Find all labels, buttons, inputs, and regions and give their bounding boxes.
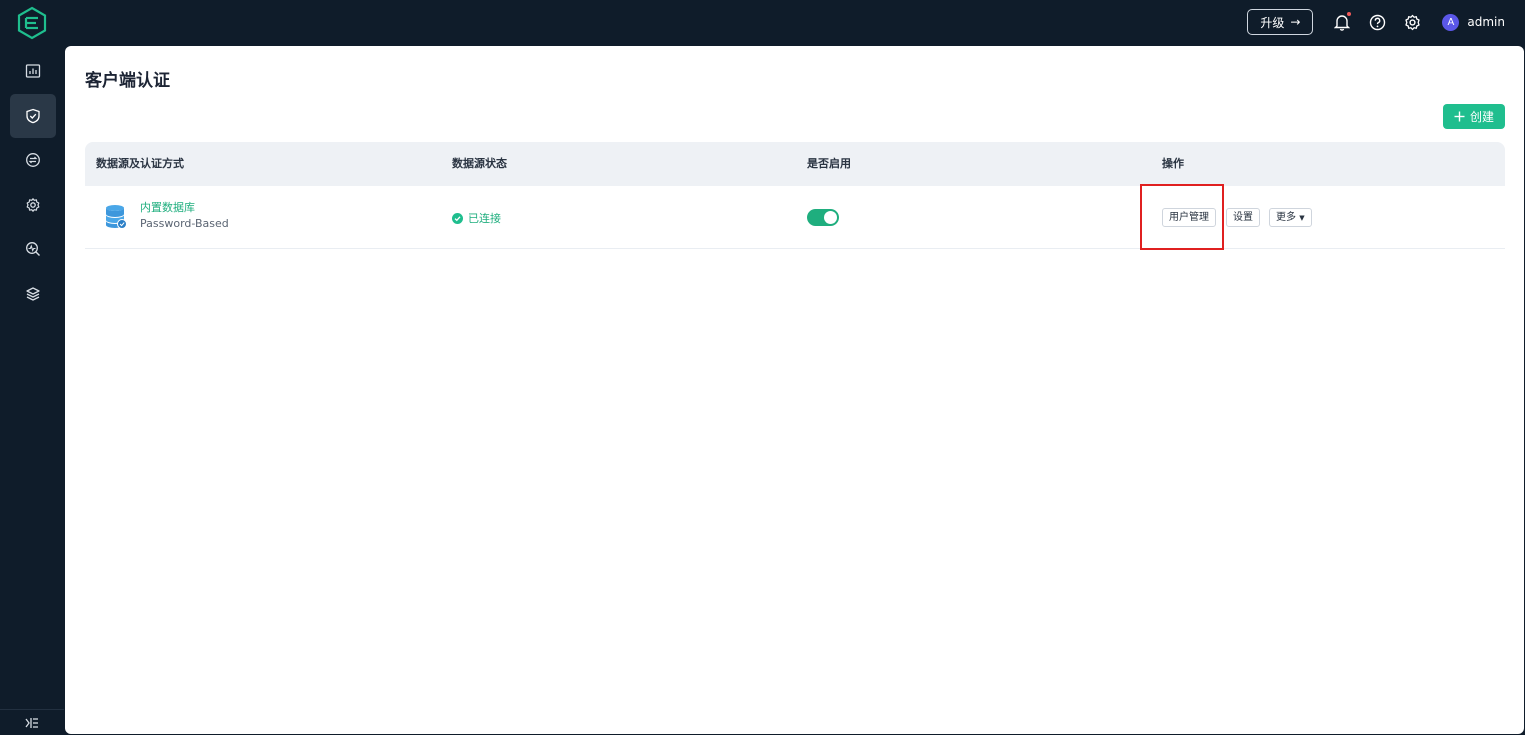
sidebar-item-integration[interactable]	[10, 138, 56, 182]
username: admin	[1467, 15, 1505, 29]
emqx-logo-icon[interactable]	[16, 6, 48, 40]
dashboard-icon	[25, 64, 41, 78]
bell-icon[interactable]	[1333, 11, 1353, 31]
upgrade-label: 升级	[1260, 15, 1285, 30]
create-button[interactable]: 创建	[1443, 104, 1505, 129]
column-header-status: 数据源状态	[452, 157, 507, 170]
table-header: 数据源及认证方式 数据源状态 是否启用 操作	[85, 142, 1505, 186]
user-menu[interactable]: A admin	[1442, 13, 1505, 31]
settings-button[interactable]: 设置	[1226, 208, 1260, 227]
more-label: 更多	[1276, 212, 1296, 223]
status-badge: 已连接	[452, 210, 501, 226]
column-header-enabled: 是否启用	[807, 157, 851, 170]
arrow-right-icon: →	[1290, 15, 1301, 29]
create-label: 创建	[1469, 110, 1494, 124]
plus-icon	[1454, 111, 1465, 122]
sidebar	[0, 44, 64, 735]
data-source-name-link[interactable]: 内置数据库	[140, 199, 195, 215]
gear-icon[interactable]	[1403, 13, 1421, 31]
column-header-source: 数据源及认证方式	[96, 157, 184, 170]
management-icon	[26, 198, 40, 212]
auth-type-label: Password-Based	[140, 217, 229, 230]
database-icon	[106, 205, 127, 229]
topbar-actions: 升级 → A admin	[1247, 8, 1505, 36]
caret-down-icon: ▼	[1299, 214, 1305, 222]
help-icon[interactable]	[1368, 13, 1386, 31]
upgrade-button[interactable]: 升级 →	[1247, 9, 1314, 35]
avatar: A	[1442, 13, 1460, 31]
enable-toggle[interactable]	[807, 209, 839, 226]
shield-icon	[26, 108, 40, 124]
main-panel: 客户端认证 创建 数据源及认证方式 数据源状态 是否启用 操作 内置数据库 Pa…	[65, 46, 1524, 734]
column-header-actions: 操作	[1162, 157, 1184, 170]
table-row: 内置数据库 Password-Based 已连接 用户管理 设置 更多 ▼	[85, 184, 1505, 250]
integration-icon	[26, 153, 40, 167]
toggle-knob	[824, 211, 837, 224]
layers-icon	[26, 287, 40, 301]
status-text: 已连接	[468, 212, 501, 225]
sidebar-item-dashboard[interactable]	[10, 49, 56, 93]
page-title: 客户端认证	[85, 71, 170, 91]
diagnose-icon	[26, 242, 40, 256]
top-bar: 升级 → A admin	[0, 0, 1525, 44]
sidebar-item-access-control[interactable]	[10, 94, 56, 138]
sidebar-item-management[interactable]	[10, 183, 56, 227]
app-root: 升级 → A admin 客户端认证 创建 数据源及认证方式 数据源状态 是否启…	[0, 0, 1525, 735]
more-dropdown-button[interactable]: 更多 ▼	[1269, 208, 1312, 227]
user-management-button[interactable]: 用户管理	[1162, 208, 1216, 227]
auth-table: 数据源及认证方式 数据源状态 是否启用 操作 内置数据库 Password-Ba…	[85, 142, 1505, 250]
sidebar-item-diagnose[interactable]	[10, 227, 56, 271]
sidebar-collapse-button[interactable]	[0, 709, 64, 735]
collapse-icon	[25, 717, 38, 728]
notification-dot	[1346, 11, 1353, 17]
sidebar-item-system[interactable]	[10, 272, 56, 316]
check-circle-icon	[452, 212, 463, 224]
